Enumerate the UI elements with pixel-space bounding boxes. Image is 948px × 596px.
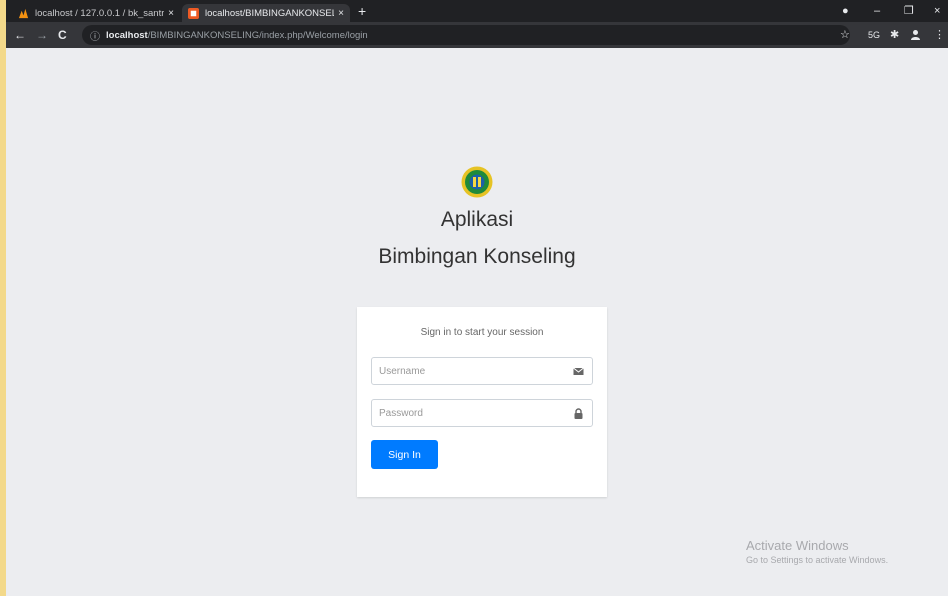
password-field <box>371 399 593 427</box>
sign-in-button[interactable]: Sign In <box>371 440 438 469</box>
extension-5g-icon[interactable]: 5G <box>868 27 880 43</box>
activate-subtitle: Go to Settings to activate Windows. <box>746 555 889 565</box>
activate-windows-watermark: Activate Windows Go to Settings to activ… <box>746 538 888 565</box>
school-logo-icon <box>461 166 493 198</box>
phpmyadmin-favicon-icon <box>18 8 29 18</box>
username-field <box>371 357 593 385</box>
profile-avatar-icon[interactable] <box>910 29 921 40</box>
tab-strip: localhost / 127.0.0.1 / bk_santri / × lo… <box>6 0 948 22</box>
url-host: localhost <box>106 29 148 41</box>
login-page: Aplikasi Bimbingan Konseling Sign in to … <box>6 48 948 596</box>
tab-label: localhost/BIMBINGANKONSELIN <box>205 7 335 19</box>
forward-arrow-icon[interactable]: → <box>36 27 48 43</box>
reload-icon[interactable]: C <box>58 27 67 43</box>
browser-toolbar: ← → C ⓘ localhost/BIMBINGANKONSELING/ind… <box>6 22 948 48</box>
address-bar[interactable]: ⓘ localhost/BIMBINGANKONSELING/index.php… <box>82 25 850 45</box>
codeigniter-favicon-icon <box>188 7 199 19</box>
back-arrow-icon[interactable]: ← <box>14 27 26 43</box>
tab-close-icon[interactable]: × <box>168 8 174 19</box>
browser-window: localhost / 127.0.0.1 / bk_santri / × lo… <box>6 0 948 596</box>
menu-kebab-icon[interactable]: ⋮ <box>934 27 945 43</box>
profile-record-icon[interactable]: ● <box>842 3 849 19</box>
bookmark-star-icon[interactable]: ☆ <box>840 27 850 43</box>
close-window-icon[interactable]: × <box>934 3 940 19</box>
login-message: Sign in to start your session <box>420 327 544 338</box>
restore-icon[interactable]: ❐ <box>904 3 914 19</box>
login-card: Sign in to start your session Sign In <box>357 307 607 497</box>
username-input[interactable] <box>372 358 562 384</box>
url-path: /BIMBINGANKONSELING/index.php/Welcome/lo… <box>147 29 368 41</box>
new-tab-button[interactable]: + <box>358 3 366 19</box>
extensions-puzzle-icon[interactable]: ✱ <box>890 27 899 43</box>
tab-bimbingan-konseling[interactable]: localhost/BIMBINGANKONSELIN × <box>182 4 350 22</box>
app-title: Aplikasi <box>440 208 514 231</box>
tab-close-icon[interactable]: × <box>338 8 344 19</box>
tab-label: localhost / 127.0.0.1 / bk_santri / <box>35 7 165 19</box>
envelope-icon <box>573 367 584 375</box>
minimize-icon[interactable]: – <box>874 3 880 19</box>
lock-icon <box>574 408 583 419</box>
activate-title: Activate Windows <box>746 538 849 553</box>
site-info-icon[interactable]: ⓘ <box>90 28 100 43</box>
app-subtitle: Bimbingan Konseling <box>378 245 576 268</box>
password-input[interactable] <box>372 400 562 426</box>
tab-phpmyadmin[interactable]: localhost / 127.0.0.1 / bk_santri / × <box>12 4 180 22</box>
